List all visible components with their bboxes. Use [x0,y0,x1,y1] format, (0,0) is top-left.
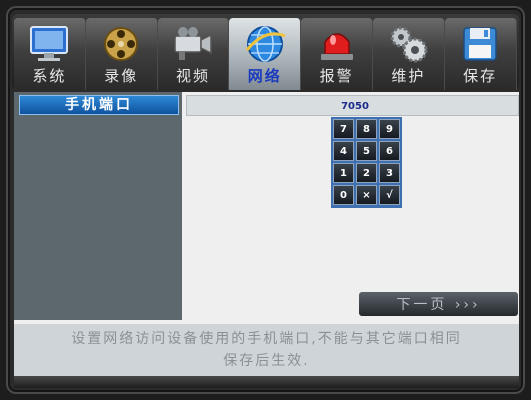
tab-network[interactable]: 网络 [229,18,302,90]
tab-label: 系统 [32,67,67,85]
mobile-port-value: 7050 [341,101,369,112]
key-confirm[interactable]: √ [379,185,400,205]
tab-record[interactable]: 录像 [85,18,158,90]
info-panel: 设置网络访问设备使用的手机端口,不能与其它端口相同 保存后生效. [14,324,519,376]
key-6[interactable]: 6 [379,141,400,161]
key-5[interactable]: 5 [356,141,377,161]
tab-label: 报警 [319,67,354,85]
key-clear[interactable]: × [356,185,377,205]
key-1[interactable]: 1 [333,163,354,183]
tab-label: 视频 [175,67,210,85]
monitor-icon [30,26,69,61]
key-2[interactable]: 2 [356,163,377,183]
film-reel-icon [104,27,139,61]
info-line-1: 设置网络访问设备使用的手机端口,不能与其它端口相同 [71,331,462,347]
sidebar [14,92,182,320]
key-8[interactable]: 8 [356,119,377,139]
tab-save[interactable]: 保存 [444,18,517,90]
bottom-bar [14,376,519,388]
tab-alarm[interactable]: 报警 [301,18,373,90]
key-3[interactable]: 3 [379,163,400,183]
key-9[interactable]: 9 [379,119,400,139]
info-line-2: 保存后生效. [223,353,310,369]
key-0[interactable]: 0 [333,185,354,205]
tab-maintenance[interactable]: 维护 [372,18,445,90]
key-4[interactable]: 4 [333,141,354,161]
alarm-light-icon [320,33,353,60]
numeric-keypad: 7 8 9 4 5 6 1 2 3 0 × √ [331,117,402,208]
tab-label: 网络 [247,67,282,85]
gears-icon [390,26,428,63]
tab-label: 录像 [104,67,139,85]
floppy-disk-icon [463,27,497,61]
next-page-button[interactable]: 下一页 ››› [359,292,518,316]
tab-label: 维护 [391,67,426,85]
sidebar-item-mobile-port[interactable]: 手机端口 [19,95,179,115]
tab-system[interactable]: 系统 [14,18,86,90]
camera-icon [174,27,212,60]
tab-label: 保存 [463,67,498,85]
globe-icon [245,26,286,62]
key-7[interactable]: 7 [333,119,354,139]
main-tabs: 系统 录像 视频 网络 报警 维护 保存 [14,18,517,90]
tab-video[interactable]: 视频 [157,18,230,90]
